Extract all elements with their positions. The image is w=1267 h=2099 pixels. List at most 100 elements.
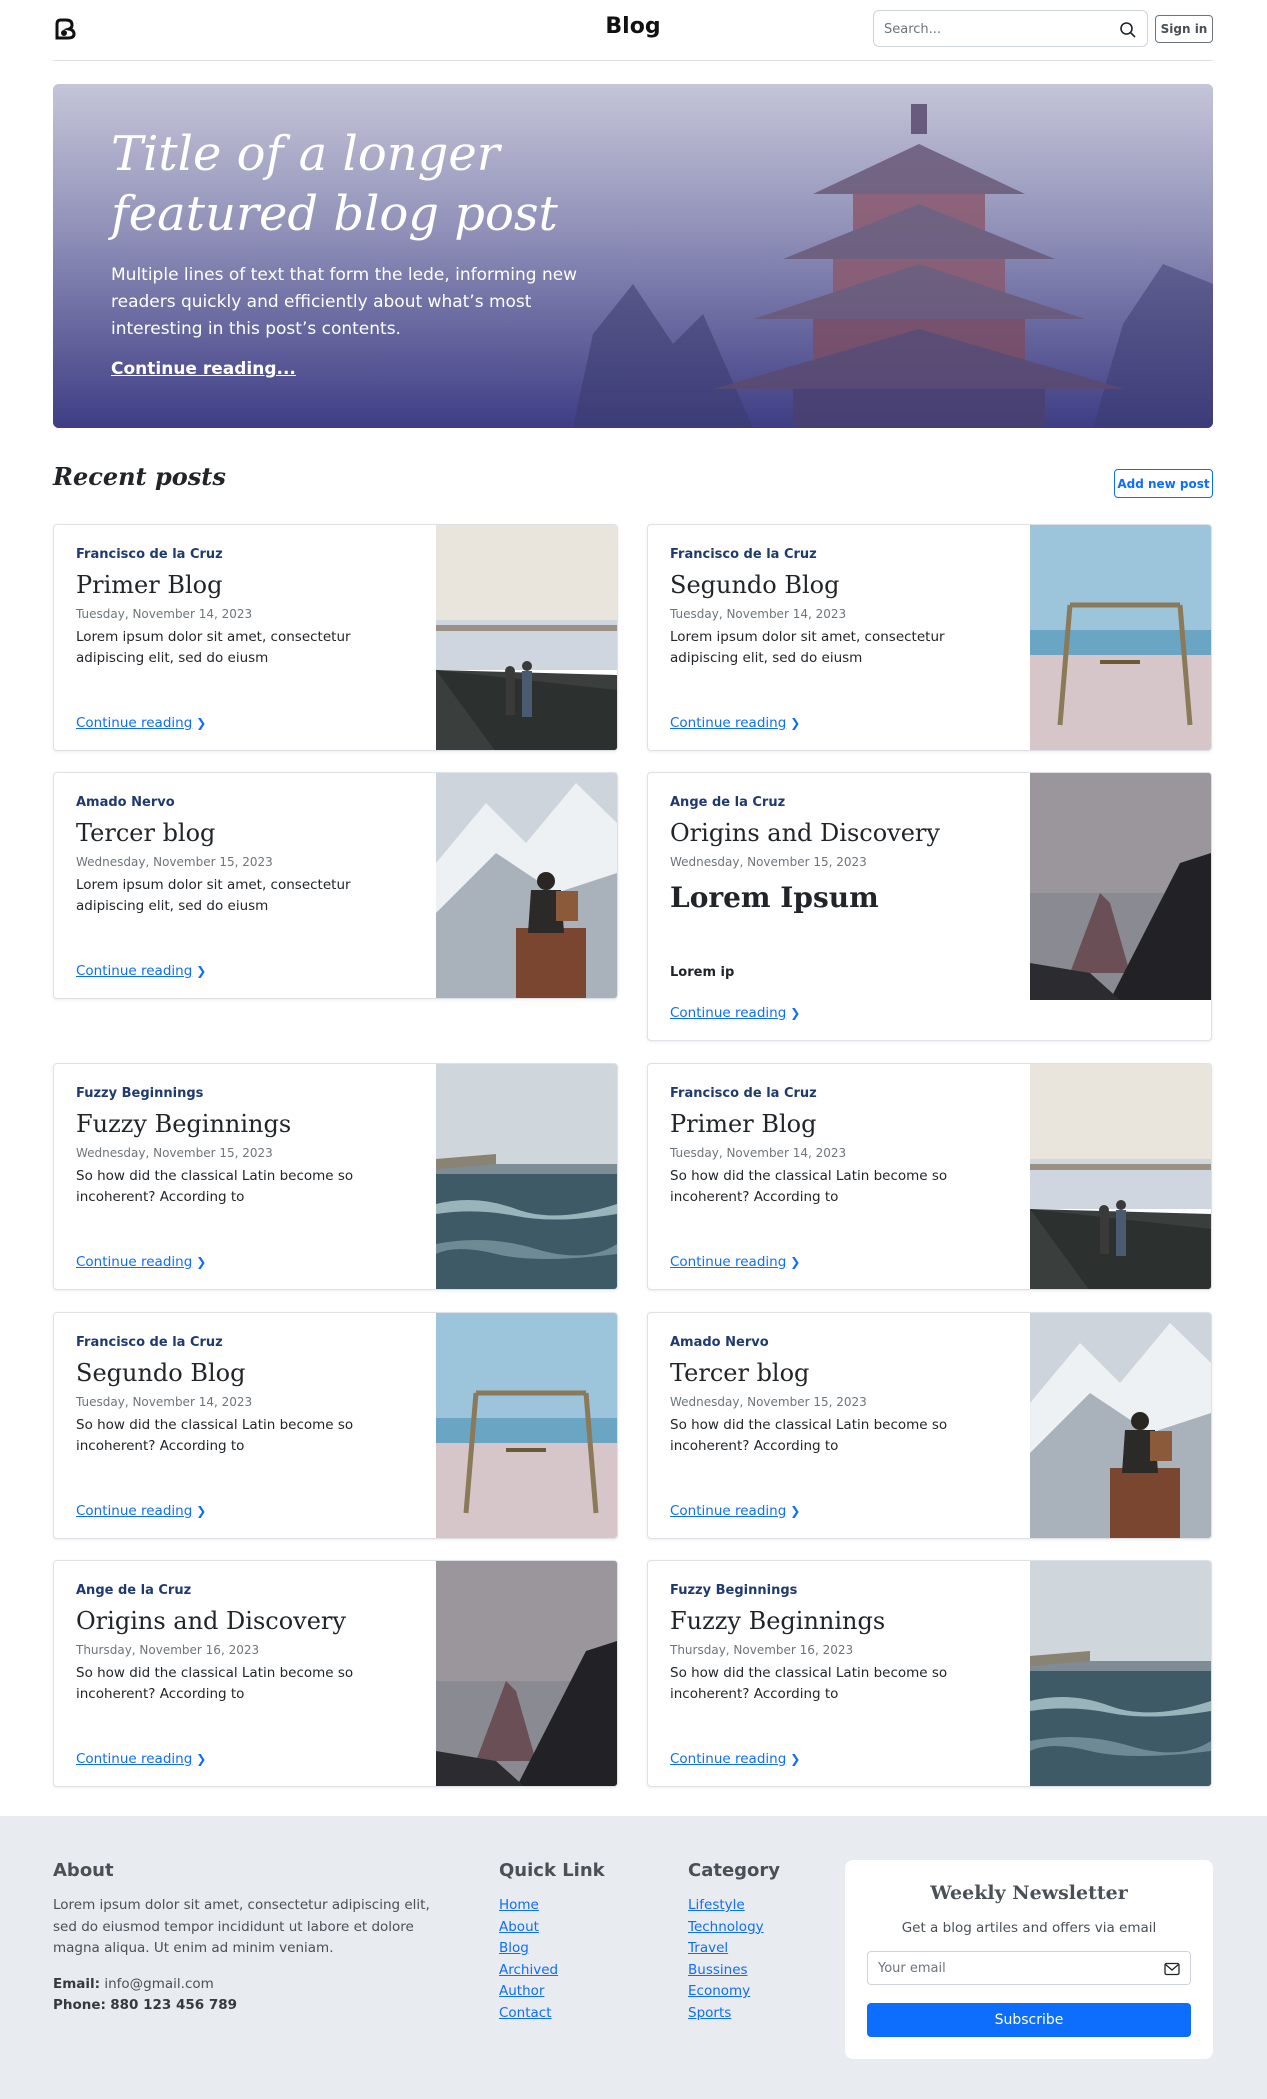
- search-input[interactable]: [884, 19, 1104, 39]
- continue-reading-label: Continue reading: [670, 715, 787, 731]
- about-text: Lorem ipsum dolor sit amet, consectetur …: [53, 1897, 430, 1956]
- quick-link-heading: Quick Link: [499, 1860, 605, 1881]
- newsletter-email-input[interactable]: [878, 1959, 1138, 1977]
- post-author: Francisco de la Cruz: [76, 547, 223, 562]
- quick-link-archived[interactable]: Archived: [499, 1962, 558, 1978]
- post-date: Tuesday, November 14, 2023: [670, 1146, 847, 1160]
- recent-posts-heading: Recent posts: [53, 462, 226, 491]
- continue-reading-label: Continue reading: [670, 1503, 787, 1519]
- category-sports[interactable]: Sports: [688, 2005, 731, 2021]
- chevron-right-icon: ❯: [196, 964, 207, 978]
- footer-categories: Category Lifestyle Technology Travel Bus…: [688, 1860, 780, 2024]
- site-footer: About Lorem ipsum dolor sit amet, consec…: [0, 1816, 1267, 2099]
- post-card-body: Francisco de la Cruz Primer Blog Tuesday…: [76, 547, 416, 671]
- post-card: Francisco de la Cruz Primer Blog Tuesday…: [53, 524, 618, 751]
- post-thumbnail-image: [436, 1313, 617, 1538]
- quick-link-contact[interactable]: Contact: [499, 2005, 552, 2021]
- post-card-body: Francisco de la Cruz Segundo Blog Tuesda…: [670, 547, 1010, 671]
- featured-post: Title of a longer featured blog post Mul…: [53, 84, 1213, 428]
- post-date: Tuesday, November 14, 2023: [670, 607, 847, 621]
- category-lifestyle[interactable]: Lifestyle: [688, 1897, 745, 1913]
- continue-reading-link[interactable]: Continue reading ❯: [76, 1751, 206, 1767]
- about-heading: About: [53, 1860, 114, 1881]
- quick-link-about[interactable]: About: [499, 1919, 539, 1935]
- post-title: Origins and Discovery: [670, 819, 940, 847]
- email-label: Email:: [53, 1975, 101, 1992]
- post-date: Tuesday, November 14, 2023: [76, 1395, 253, 1409]
- post-thumbnail-image: [1030, 525, 1211, 750]
- continue-reading-label: Continue reading: [76, 963, 193, 979]
- category-bussines[interactable]: Bussines: [688, 1962, 748, 1978]
- post-card-body: Amado Nervo Tercer blog Wednesday, Novem…: [76, 795, 416, 919]
- post-author: Amado Nervo: [670, 1335, 769, 1350]
- post-thumbnail-image: [436, 773, 617, 998]
- post-excerpt: Lorem ipsum dolor sit amet, consectetur …: [76, 877, 351, 914]
- continue-reading-link[interactable]: Continue reading ❯: [76, 963, 206, 979]
- post-card: Francisco de la Cruz Segundo Blog Tuesda…: [53, 1312, 618, 1539]
- post-thumbnail-image: [1030, 1064, 1211, 1289]
- phone-label: Phone:: [53, 1997, 106, 2013]
- post-excerpt: So how did the classical Latin become so…: [76, 1665, 354, 1702]
- post-date: Thursday, November 16, 2023: [76, 1643, 260, 1657]
- post-thumbnail-image: [1030, 1313, 1211, 1538]
- post-excerpt: So how did the classical Latin become so…: [670, 1417, 948, 1454]
- continue-reading-link[interactable]: Continue reading ❯: [670, 715, 800, 731]
- category-heading: Category: [688, 1860, 781, 1881]
- email-value: info@gmail.com: [104, 1975, 214, 1992]
- quick-link-home[interactable]: Home: [499, 1897, 539, 1913]
- continue-reading-label: Continue reading: [76, 1254, 193, 1270]
- continue-reading-label: Continue reading: [670, 1751, 787, 1767]
- chevron-right-icon: ❯: [196, 716, 207, 730]
- post-excerpt: So how did the classical Latin become so…: [670, 1168, 948, 1205]
- site-header: Blog Sign in: [53, 0, 1213, 61]
- search-box[interactable]: [873, 10, 1148, 47]
- post-card: Ange de la Cruz Origins and Discovery Th…: [53, 1560, 618, 1787]
- search-icon[interactable]: [1119, 21, 1137, 39]
- post-title: Tercer blog: [76, 819, 216, 847]
- post-author: Ange de la Cruz: [76, 1583, 192, 1598]
- subscribe-button[interactable]: Subscribe: [867, 2003, 1191, 2037]
- chevron-right-icon: ❯: [196, 1752, 207, 1766]
- hero-title: Title of a longer featured blog post: [111, 126, 558, 242]
- chevron-right-icon: ❯: [790, 1752, 801, 1766]
- post-author: Amado Nervo: [76, 795, 175, 810]
- continue-reading-link[interactable]: Continue reading ❯: [670, 1751, 800, 1767]
- sign-in-button[interactable]: Sign in: [1155, 15, 1213, 43]
- post-card-body: Amado Nervo Tercer blog Wednesday, Novem…: [670, 1335, 1010, 1459]
- continue-reading-link[interactable]: Continue reading ❯: [76, 715, 206, 731]
- category-travel[interactable]: Travel: [688, 1940, 728, 1956]
- hero-lede: Multiple lines of text that form the led…: [111, 265, 578, 339]
- post-title: Origins and Discovery: [76, 1607, 346, 1635]
- continue-reading-label: Continue reading: [76, 1751, 193, 1767]
- add-new-post-button[interactable]: Add new post: [1114, 469, 1213, 498]
- hero-continue-link[interactable]: Continue reading...: [111, 359, 296, 379]
- continue-reading-link[interactable]: Continue reading ❯: [670, 1005, 800, 1021]
- post-excerpt: Lorem ipsum dolor sit amet, consectetur …: [76, 629, 351, 666]
- continue-reading-link[interactable]: Continue reading ❯: [670, 1254, 800, 1270]
- post-heading-large: Lorem Ipsum: [670, 881, 879, 914]
- post-author: Francisco de la Cruz: [670, 547, 817, 562]
- post-author: Francisco de la Cruz: [670, 1086, 817, 1101]
- quick-link-blog[interactable]: Blog: [499, 1940, 529, 1956]
- category-technology[interactable]: Technology: [688, 1919, 764, 1935]
- post-date: Wednesday, November 15, 2023: [670, 1395, 867, 1409]
- post-title: Fuzzy Beginnings: [670, 1607, 886, 1635]
- quick-link-author[interactable]: Author: [499, 1983, 544, 1999]
- post-card-body: Francisco de la Cruz Primer Blog Tuesday…: [670, 1086, 1010, 1210]
- post-excerpt: So how did the classical Latin become so…: [76, 1168, 354, 1205]
- post-title: Segundo Blog: [76, 1359, 246, 1387]
- post-thumbnail-image: [1030, 773, 1211, 1000]
- envelope-icon: [1164, 1962, 1180, 1976]
- category-economy[interactable]: Economy: [688, 1983, 750, 1999]
- post-thumbnail-image: [436, 1561, 617, 1786]
- post-excerpt: So how did the classical Latin become so…: [76, 1417, 354, 1454]
- newsletter-email-box[interactable]: [867, 1951, 1191, 1985]
- post-title: Segundo Blog: [670, 571, 840, 599]
- continue-reading-link[interactable]: Continue reading ❯: [670, 1503, 800, 1519]
- continue-reading-link[interactable]: Continue reading ❯: [76, 1503, 206, 1519]
- post-title: Fuzzy Beginnings: [76, 1110, 292, 1138]
- continue-reading-link[interactable]: Continue reading ❯: [76, 1254, 206, 1270]
- post-thumbnail-image: [436, 1064, 617, 1289]
- footer-about: About Lorem ipsum dolor sit amet, consec…: [53, 1860, 433, 2017]
- chevron-right-icon: ❯: [790, 1504, 801, 1518]
